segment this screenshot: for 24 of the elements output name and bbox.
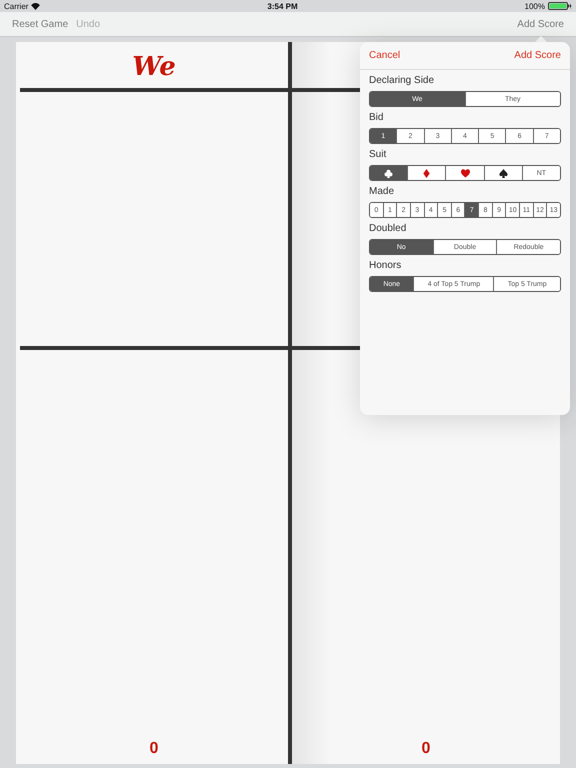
section-label: Honors [369,259,402,273]
diamond-icon [423,168,430,178]
section-label: Suit [369,148,388,162]
heart-icon [460,168,470,178]
segment[interactable] [370,166,408,180]
section-label: Declaring Side [369,74,436,88]
confirm-add-score-button[interactable]: Add Score [514,50,561,61]
add-score-button[interactable]: Add Score [517,18,564,30]
cancel-button[interactable]: Cancel [369,50,400,61]
section-label: Doubled [369,222,408,236]
battery-icon [548,2,572,10]
status-time: 3:54 PM [267,2,298,10]
team-header: We [132,52,176,82]
carrier-label: Carrier [4,2,28,10]
wifi-icon [31,2,40,10]
section-label: Bid [369,111,384,125]
spade-icon [498,168,508,178]
team-total: 0 [422,740,430,758]
team-total: 0 [150,740,158,758]
club-icon [384,168,394,178]
reset-game-button[interactable]: Reset Game [12,18,68,30]
battery-percent: 100% [524,2,545,10]
segment[interactable] [484,166,522,180]
section-label: Made [369,185,396,199]
